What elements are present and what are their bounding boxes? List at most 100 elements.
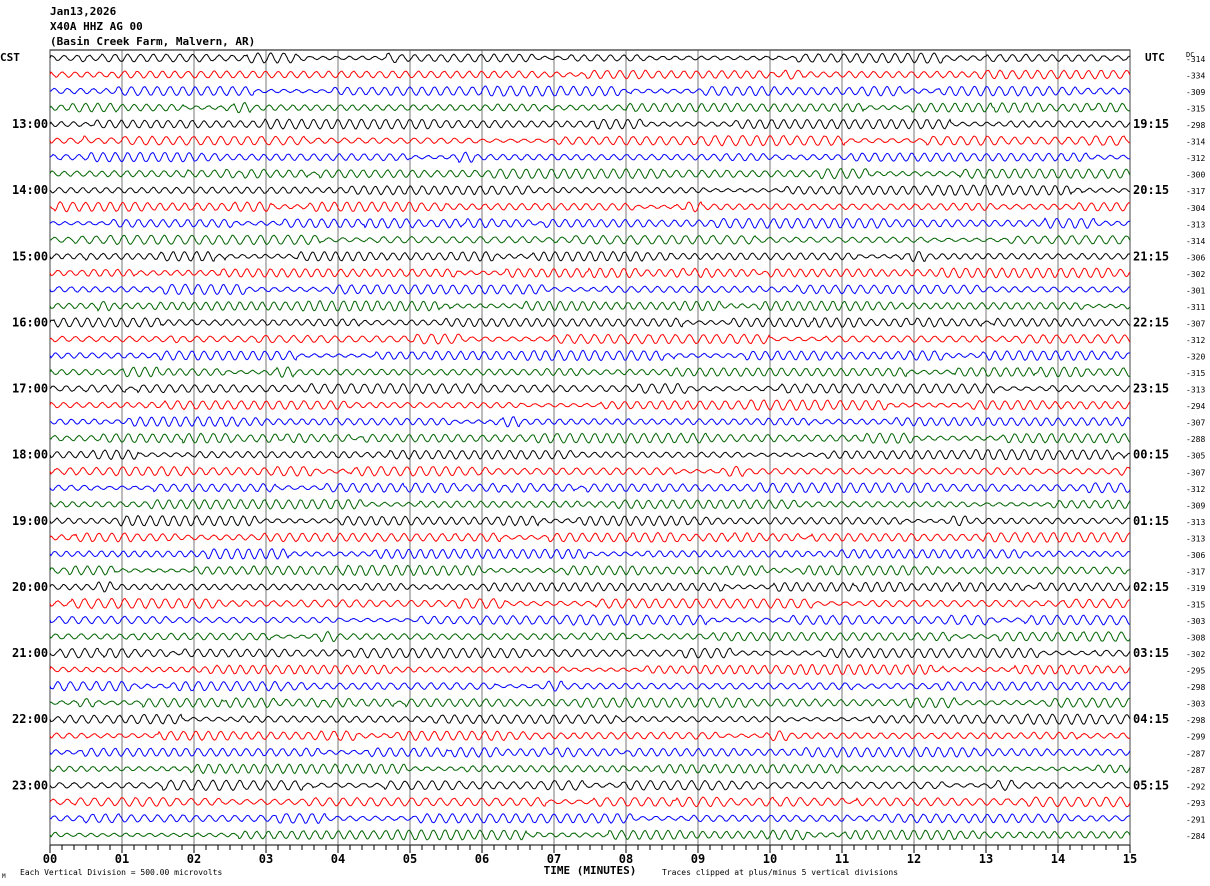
dc-offset-label: -306 bbox=[1186, 551, 1205, 560]
seismic-trace bbox=[49, 680, 1131, 692]
seismic-trace bbox=[49, 349, 1131, 362]
seismic-trace bbox=[49, 746, 1131, 758]
dc-offset-label: -302 bbox=[1186, 270, 1205, 279]
dc-offset-label: -315 bbox=[1186, 105, 1205, 114]
cst-hour-label: 16:00 bbox=[12, 315, 48, 329]
x-tick-label: 14 bbox=[1051, 852, 1065, 866]
seismic-trace bbox=[49, 829, 1131, 841]
dc-offset-label: -309 bbox=[1186, 88, 1205, 97]
dc-offset-label: -315 bbox=[1186, 600, 1205, 609]
utc-hour-label: 03:15 bbox=[1133, 646, 1169, 660]
dc-offset-label: -303 bbox=[1186, 617, 1205, 626]
x-tick-label: 10 bbox=[763, 852, 777, 866]
seismic-trace bbox=[49, 383, 1131, 395]
dc-offset-label: -314 bbox=[1186, 138, 1205, 147]
seismic-trace bbox=[49, 548, 1131, 560]
dc-offset-label: -307 bbox=[1186, 468, 1205, 477]
utc-hour-label: 01:15 bbox=[1133, 514, 1169, 528]
dc-offset-label: -317 bbox=[1186, 567, 1205, 576]
seismic-trace bbox=[49, 630, 1131, 643]
seismic-trace bbox=[49, 52, 1131, 64]
cst-hour-label: 18:00 bbox=[12, 448, 48, 462]
seismic-trace bbox=[50, 416, 1131, 428]
utc-hour-label: 20:15 bbox=[1133, 183, 1169, 197]
seismic-trace bbox=[49, 647, 1131, 659]
cst-hour-label: 19:00 bbox=[12, 514, 48, 528]
seismic-trace bbox=[49, 482, 1131, 494]
seismic-trace bbox=[49, 614, 1131, 626]
seismic-trace bbox=[49, 564, 1131, 577]
dc-offset-label: -291 bbox=[1186, 815, 1205, 824]
seismic-trace bbox=[49, 763, 1131, 775]
dc-offset-label: -294 bbox=[1186, 402, 1205, 411]
cst-hour-label: 23:00 bbox=[12, 778, 48, 792]
seismic-trace bbox=[49, 531, 1131, 543]
x-tick-label: 15 bbox=[1123, 852, 1137, 866]
dc-offset-label: -309 bbox=[1186, 501, 1205, 510]
cst-axis-title: CST bbox=[0, 51, 20, 64]
dc-offset-label: -308 bbox=[1186, 634, 1205, 643]
dc-offset-label: -306 bbox=[1186, 253, 1205, 262]
x-tick-label: 00 bbox=[43, 852, 57, 866]
utc-axis-title: UTC bbox=[1145, 51, 1165, 64]
seismic-trace bbox=[49, 267, 1131, 279]
x-axis-title: TIME (MINUTES) bbox=[544, 864, 637, 877]
seismic-trace bbox=[49, 217, 1131, 229]
x-tick-label: 04 bbox=[331, 852, 345, 866]
seismic-trace bbox=[49, 812, 1131, 824]
dc-offset-label: -307 bbox=[1186, 419, 1205, 428]
dc-offset-label: -311 bbox=[1186, 303, 1205, 312]
seismic-trace bbox=[49, 134, 1131, 147]
dc-offset-label: -307 bbox=[1186, 319, 1205, 328]
dc-offset-label: -313 bbox=[1186, 534, 1205, 543]
utc-hour-label: 00:15 bbox=[1133, 448, 1169, 462]
cst-hour-label: 21:00 bbox=[12, 646, 48, 660]
seismic-trace bbox=[49, 713, 1131, 725]
dc-offset-label: -305 bbox=[1186, 452, 1205, 461]
seismic-trace bbox=[49, 663, 1131, 676]
dc-offset-label: -292 bbox=[1186, 782, 1205, 791]
seismic-trace bbox=[49, 432, 1131, 444]
x-tick-label: 01 bbox=[115, 852, 129, 866]
seismic-trace bbox=[49, 151, 1131, 163]
seismic-trace bbox=[49, 85, 1131, 97]
x-tick-label: 11 bbox=[835, 852, 849, 866]
dc-offset-label: -313 bbox=[1186, 518, 1205, 527]
x-tick-label: 02 bbox=[187, 852, 201, 866]
plot-frame bbox=[49, 49, 1131, 846]
seismic-trace bbox=[49, 597, 1131, 610]
dc-offset-label: -304 bbox=[1186, 204, 1205, 213]
seismic-trace bbox=[49, 580, 1131, 593]
seismic-trace bbox=[49, 101, 1131, 114]
dc-offset-label: -298 bbox=[1186, 716, 1205, 725]
cst-hour-label: 20:00 bbox=[12, 580, 48, 594]
utc-hour-label: 05:15 bbox=[1133, 778, 1169, 792]
helicorder-plot: 00 01 02 03 04 05 06 07 08 09 10 11 12 13 14 15-314-334… bbox=[0, 49, 1205, 880]
dc-offset-label: -315 bbox=[1186, 369, 1205, 378]
seismic-trace bbox=[49, 201, 1131, 213]
dc-offset-label: -298 bbox=[1186, 121, 1205, 130]
clip-note: Traces clipped at plus/minus 5 vertical … bbox=[662, 868, 898, 877]
seismic-trace bbox=[49, 234, 1131, 246]
cst-hour-label: 14:00 bbox=[12, 183, 48, 197]
dc-offset-label: -317 bbox=[1186, 187, 1205, 196]
x-tick-label: 06 bbox=[475, 852, 489, 866]
seismic-trace bbox=[49, 730, 1131, 742]
utc-hour-label: 23:15 bbox=[1133, 382, 1169, 396]
seismic-trace bbox=[49, 366, 1131, 378]
x-tick-label: 05 bbox=[403, 852, 417, 866]
seismic-trace bbox=[49, 498, 1131, 510]
dc-offset-label: -334 bbox=[1186, 72, 1205, 81]
seismic-trace bbox=[49, 697, 1131, 709]
dc-title: DC bbox=[1186, 51, 1194, 59]
dc-offset-label: -312 bbox=[1186, 154, 1205, 163]
seismic-trace bbox=[49, 333, 1131, 345]
dc-offset-label: -284 bbox=[1186, 832, 1205, 841]
dc-offset-label: -299 bbox=[1186, 733, 1205, 742]
dc-offset-label: -312 bbox=[1186, 336, 1205, 345]
cst-hour-label: 15:00 bbox=[12, 249, 48, 263]
utc-hour-label: 02:15 bbox=[1133, 580, 1169, 594]
x-tick-label: 13 bbox=[979, 852, 993, 866]
dc-offset-label: -301 bbox=[1186, 286, 1205, 295]
utc-hour-label: 19:15 bbox=[1133, 117, 1169, 131]
